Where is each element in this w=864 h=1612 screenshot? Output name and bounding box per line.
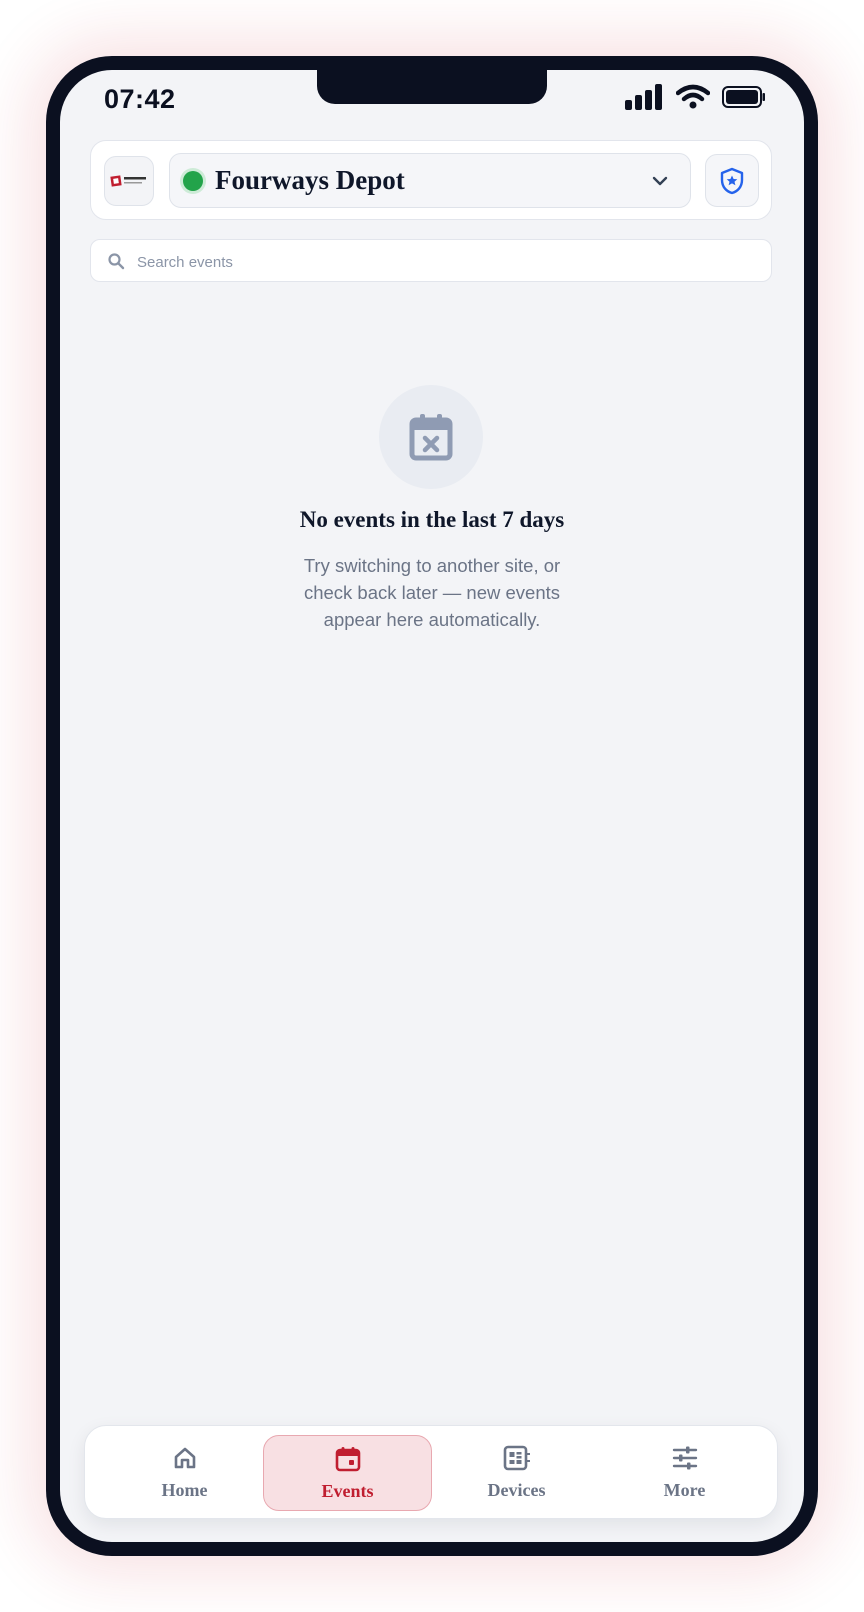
search-icon [108,253,125,270]
tab-home[interactable]: Home [100,1435,269,1511]
home-icon [174,1447,195,1469]
tab-devices-label: Devices [487,1480,546,1500]
calendar-x-icon [409,414,453,461]
signal-icon [625,84,662,110]
app-screen: 07:42 Fourways Depot Search events No ev… [60,70,804,1542]
tab-more[interactable]: More [600,1435,769,1511]
empty-state-title: No events in the last 7 days [299,507,565,532]
phone-frame: 07:42 Fourways Depot Search events No ev… [46,56,818,1556]
site-status-dot [183,171,203,191]
empty-state-message: Try switching to another site, or check … [303,555,561,630]
sliders-icon [672,1446,697,1470]
empty-state-icon-circle [379,385,483,489]
site-header: Fourways Depot [90,140,772,220]
company-logo-icon [110,175,146,187]
shield-star-icon [720,167,744,194]
security-button[interactable] [705,154,759,207]
tab-events[interactable]: Events [263,1435,432,1511]
tab-home-label: Home [161,1480,208,1500]
company-logo-button[interactable] [104,156,154,206]
bottom-tab-bar: Home Events Devices More [84,1425,778,1519]
site-name: Fourways Depot [215,165,405,195]
tab-more-label: More [663,1480,706,1500]
calendar-icon [335,1447,360,1472]
devices-icon [503,1445,530,1471]
tab-events-label: Events [321,1481,374,1501]
status-icons [624,84,766,110]
notch [317,70,547,104]
battery-icon [722,86,765,108]
wifi-icon [676,84,710,109]
tab-devices[interactable]: Devices [432,1435,601,1511]
status-time: 07:42 [104,84,176,114]
search-input[interactable] [135,248,739,276]
site-selector[interactable]: Fourways Depot [169,153,691,208]
search-bar [90,239,772,282]
chevron-down-icon [652,176,668,186]
